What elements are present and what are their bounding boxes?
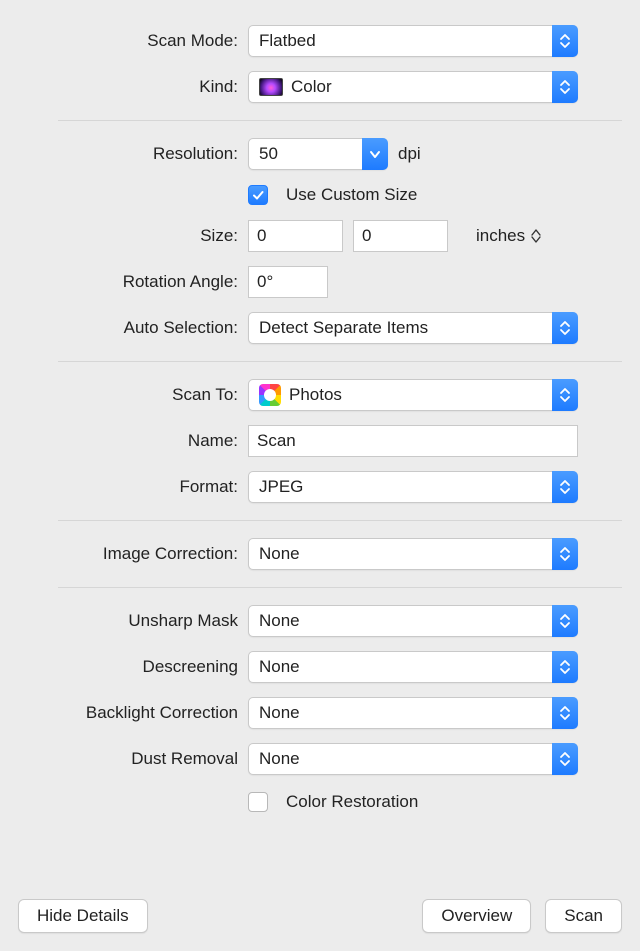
scan-button[interactable]: Scan: [545, 899, 622, 933]
chevron-up-down-icon: [552, 71, 578, 103]
dust-select[interactable]: None: [248, 743, 578, 775]
name-input[interactable]: [248, 425, 578, 457]
divider: [58, 520, 622, 521]
scan-settings-panel: Scan Mode: Flatbed Kind: Color: [0, 0, 640, 951]
divider: [58, 120, 622, 121]
size-height-input[interactable]: [353, 220, 448, 252]
divider: [58, 361, 622, 362]
scan-to-label: Scan To:: [18, 385, 248, 405]
descreening-select[interactable]: None: [248, 651, 578, 683]
size-unit-stepper[interactable]: inches: [476, 226, 541, 246]
unsharp-mask-select[interactable]: None: [248, 605, 578, 637]
chevron-up-down-icon: [552, 538, 578, 570]
scan-mode-label: Scan Mode:: [18, 31, 248, 51]
dpi-label: dpi: [398, 144, 421, 164]
chevron-up-down-icon: [552, 312, 578, 344]
format-select[interactable]: JPEG: [248, 471, 578, 503]
scan-to-select[interactable]: Photos: [248, 379, 578, 411]
custom-size-checkbox[interactable]: [248, 185, 268, 205]
kind-select[interactable]: Color: [248, 71, 578, 103]
unsharp-mask-label: Unsharp Mask: [18, 611, 248, 631]
chevron-up-down-icon: [552, 471, 578, 503]
rotation-label: Rotation Angle:: [18, 272, 248, 292]
format-label: Format:: [18, 477, 248, 497]
divider: [58, 587, 622, 588]
stepper-arrows-icon: [531, 229, 541, 243]
auto-selection-label: Auto Selection:: [18, 318, 248, 338]
kind-label: Kind:: [18, 77, 248, 97]
hide-details-button[interactable]: Hide Details: [18, 899, 148, 933]
color-restoration-label: Color Restoration: [286, 792, 418, 812]
chevron-up-down-icon: [552, 651, 578, 683]
chevron-up-down-icon: [552, 25, 578, 57]
overview-button[interactable]: Overview: [422, 899, 531, 933]
chevron-up-down-icon: [552, 743, 578, 775]
size-label: Size:: [18, 226, 248, 246]
auto-selection-select[interactable]: Detect Separate Items: [248, 312, 578, 344]
chevron-up-down-icon: [552, 379, 578, 411]
backlight-label: Backlight Correction: [18, 703, 248, 723]
resolution-label: Resolution:: [18, 144, 248, 164]
custom-size-label: Use Custom Size: [286, 185, 417, 205]
size-width-input[interactable]: [248, 220, 343, 252]
chevron-up-down-icon: [552, 697, 578, 729]
chevron-down-icon: [362, 138, 388, 170]
name-label: Name:: [18, 431, 248, 451]
color-restoration-checkbox[interactable]: [248, 792, 268, 812]
scan-mode-select[interactable]: Flatbed: [248, 25, 578, 57]
image-correction-label: Image Correction:: [18, 544, 248, 564]
rotation-input[interactable]: [248, 266, 328, 298]
image-correction-select[interactable]: None: [248, 538, 578, 570]
color-thumbnail-icon: [259, 78, 283, 96]
resolution-select[interactable]: 50: [248, 138, 388, 170]
photos-app-icon: [259, 384, 281, 406]
chevron-up-down-icon: [552, 605, 578, 637]
dust-label: Dust Removal: [18, 749, 248, 769]
descreening-label: Descreening: [18, 657, 248, 677]
button-bar: Hide Details Overview Scan: [0, 887, 640, 951]
backlight-select[interactable]: None: [248, 697, 578, 729]
